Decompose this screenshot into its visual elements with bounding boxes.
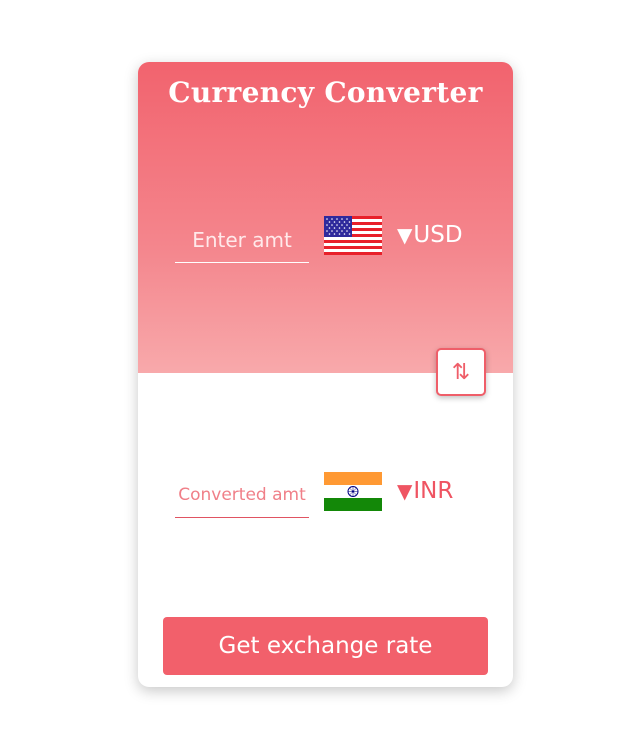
swap-vertical-icon: ⇅ bbox=[451, 359, 471, 385]
page-title: Currency Converter bbox=[168, 76, 483, 109]
get-exchange-rate-button[interactable]: Get exchange rate bbox=[163, 617, 488, 675]
to-currency-select[interactable]: ▼ INR bbox=[397, 478, 453, 504]
caret-down-icon: ▼ bbox=[397, 223, 413, 247]
amount-input[interactable] bbox=[175, 217, 309, 263]
caret-down-icon: ▼ bbox=[397, 479, 413, 503]
converted-amount-field[interactable] bbox=[175, 472, 309, 518]
swap-currencies-button[interactable]: ⇅ bbox=[436, 348, 486, 396]
india-flag-icon bbox=[324, 472, 382, 511]
us-flag-icon bbox=[324, 216, 382, 255]
from-currency-label: USD bbox=[413, 222, 463, 248]
to-currency-label: INR bbox=[413, 478, 454, 504]
from-currency-select[interactable]: ▼ USD bbox=[397, 222, 463, 248]
